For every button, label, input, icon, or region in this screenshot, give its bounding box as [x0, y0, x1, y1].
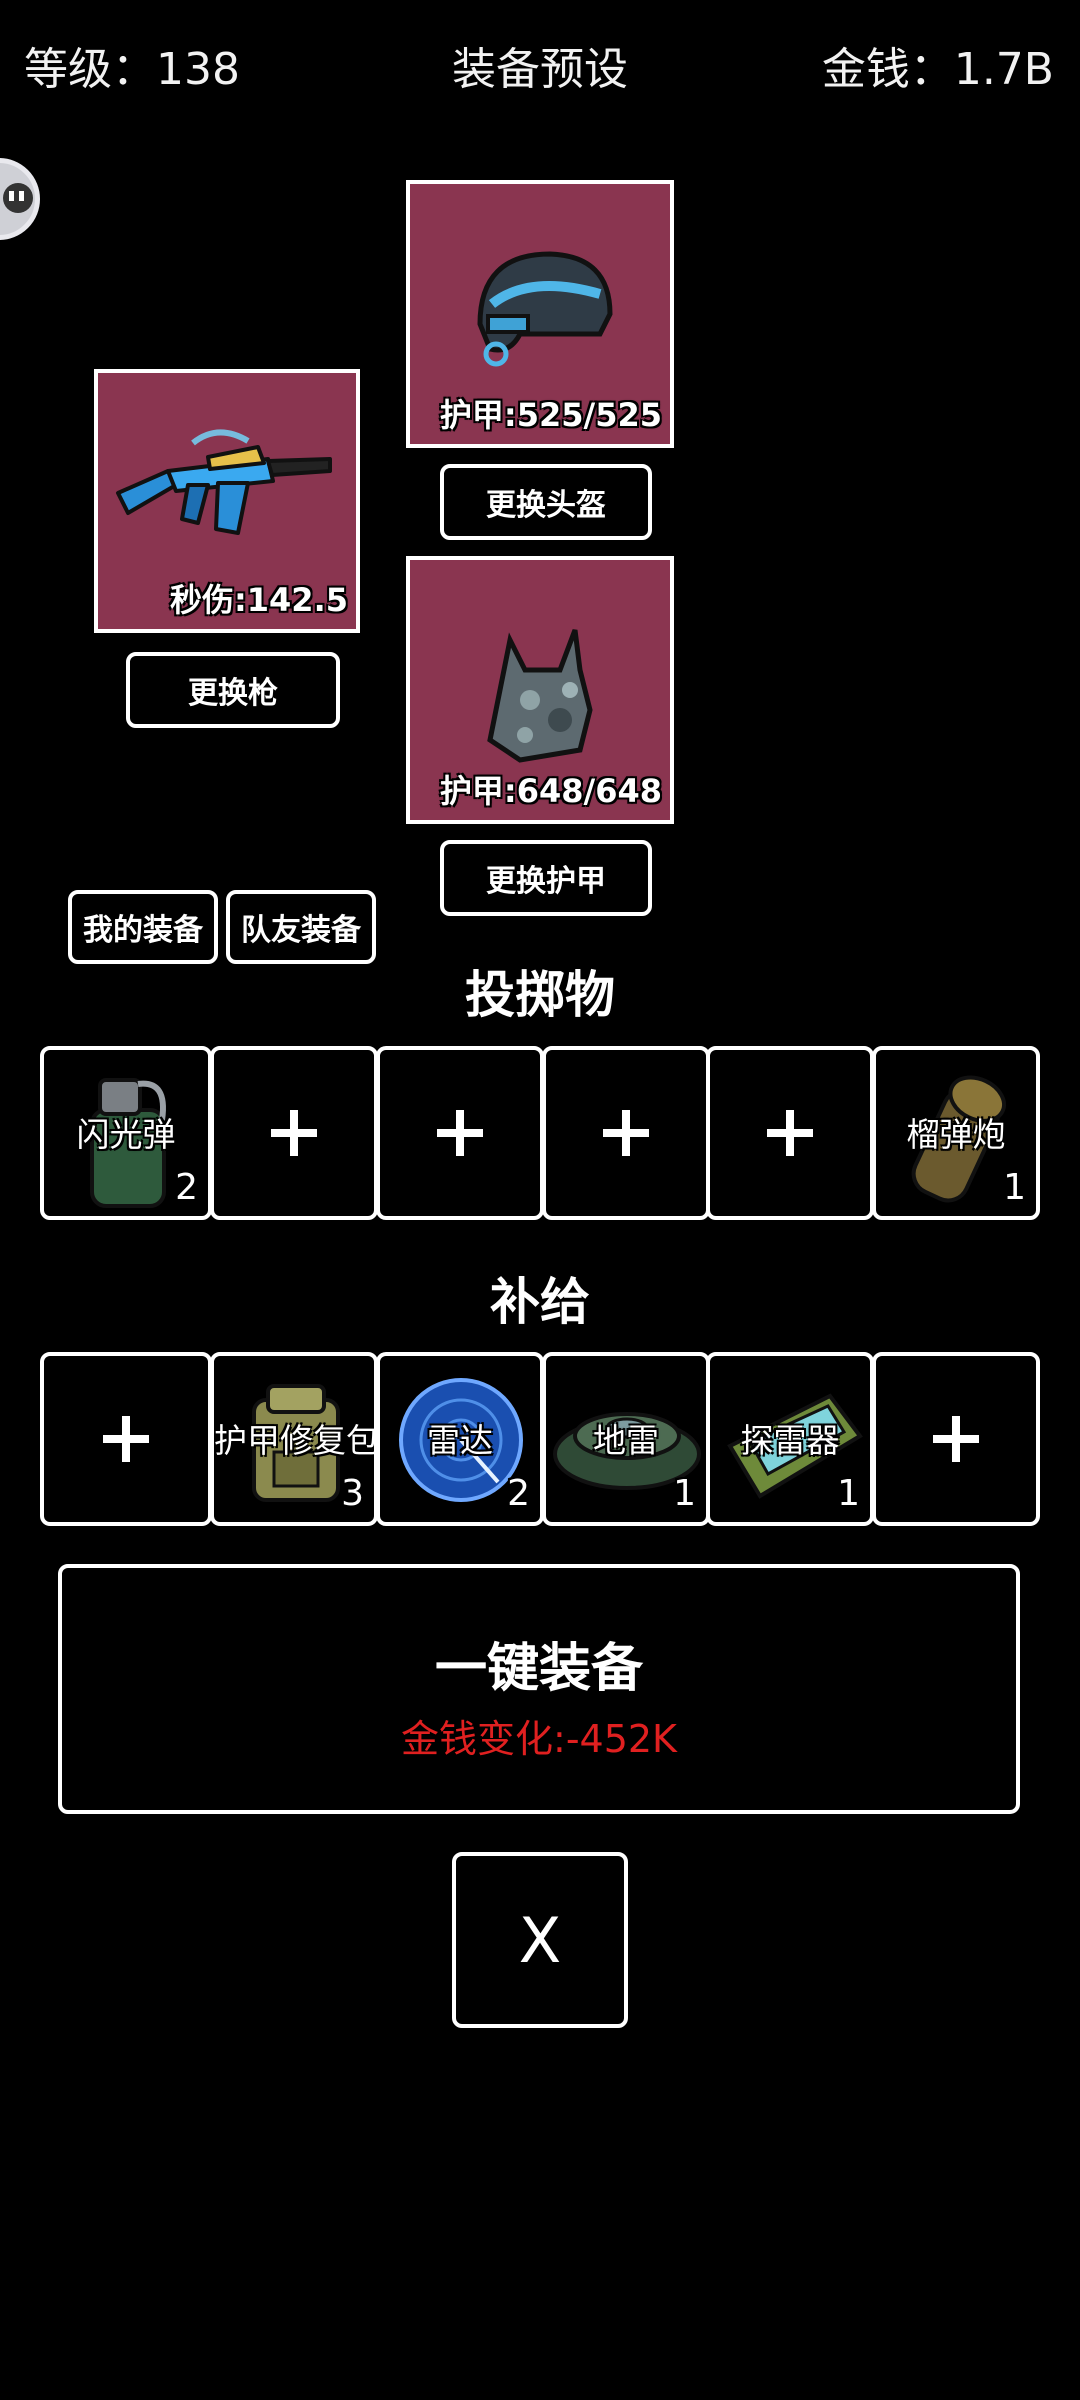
equip-all-button[interactable]: 一键装备 金钱变化:-452K	[58, 1564, 1020, 1814]
change-gun-button[interactable]: 更换枪	[126, 652, 340, 728]
throwable-count: 1	[1003, 1167, 1026, 1208]
supply-slot-3[interactable]: 雷达 2	[376, 1352, 544, 1526]
my-equipment-tab[interactable]: 我的装备	[68, 890, 218, 964]
plus-icon	[214, 1050, 374, 1216]
money-text: 金钱：1.7B	[821, 44, 1054, 95]
floating-assistant-icon[interactable]	[0, 158, 40, 240]
throwable-slot-5[interactable]	[706, 1046, 874, 1220]
supply-count: 3	[341, 1473, 364, 1514]
equip-all-label: 一键装备	[434, 1639, 643, 1699]
throwable-slot-4[interactable]	[542, 1046, 710, 1220]
helmet-slot[interactable]: 护甲:525/525	[406, 180, 674, 448]
throwable-label: 榴弹炮	[906, 1115, 1006, 1154]
throwable-slot-1[interactable]: 闪光弹 2	[40, 1046, 212, 1220]
change-armor-button[interactable]: 更换护甲	[440, 840, 652, 916]
armor-value-text: 护甲:648/648	[439, 772, 662, 810]
gun-dps-text: 秒伤:142.5	[169, 581, 348, 619]
plus-icon	[876, 1356, 1036, 1522]
supply-count: 2	[507, 1473, 530, 1514]
helmet-armor-text: 护甲:525/525	[439, 396, 662, 434]
supply-count: 1	[673, 1473, 696, 1514]
throwables-title: 投掷物	[465, 966, 615, 1024]
teammate-equipment-tab[interactable]: 队友装备	[226, 890, 376, 964]
supply-slot-6[interactable]	[872, 1352, 1040, 1526]
supply-label: 探雷器	[740, 1421, 840, 1460]
supply-slot-1[interactable]	[40, 1352, 212, 1526]
throwable-slot-3[interactable]	[376, 1046, 544, 1220]
supply-slot-4[interactable]: 地雷 1	[542, 1352, 710, 1526]
armor-slot[interactable]: 护甲:648/648	[406, 556, 674, 824]
plus-icon	[380, 1050, 540, 1216]
plus-icon	[44, 1356, 208, 1522]
supply-slot-2[interactable]: 护甲修复包 3	[210, 1352, 378, 1526]
throwable-label: 闪光弹	[76, 1115, 176, 1154]
change-helmet-button[interactable]: 更换头盔	[440, 464, 652, 540]
throwable-slot-6[interactable]: 榴弹炮 1	[872, 1046, 1040, 1220]
gun-slot[interactable]: 秒伤:142.5	[94, 369, 360, 633]
close-button[interactable]: X	[452, 1852, 628, 2028]
supply-label: 雷达	[427, 1421, 493, 1460]
money-change-text: 金钱变化:-452K	[401, 1717, 677, 1761]
supply-label: 地雷	[593, 1421, 659, 1460]
close-label: X	[518, 1903, 562, 1977]
supply-slot-5[interactable]: 探雷器 1	[706, 1352, 874, 1526]
throwable-count: 2	[175, 1167, 198, 1208]
supply-count: 1	[837, 1473, 860, 1514]
plus-icon	[710, 1050, 870, 1216]
supply-label: 护甲修复包	[214, 1421, 378, 1460]
supplies-title: 补给	[490, 1273, 590, 1331]
throwable-slot-2[interactable]	[210, 1046, 378, 1220]
plus-icon	[546, 1050, 706, 1216]
